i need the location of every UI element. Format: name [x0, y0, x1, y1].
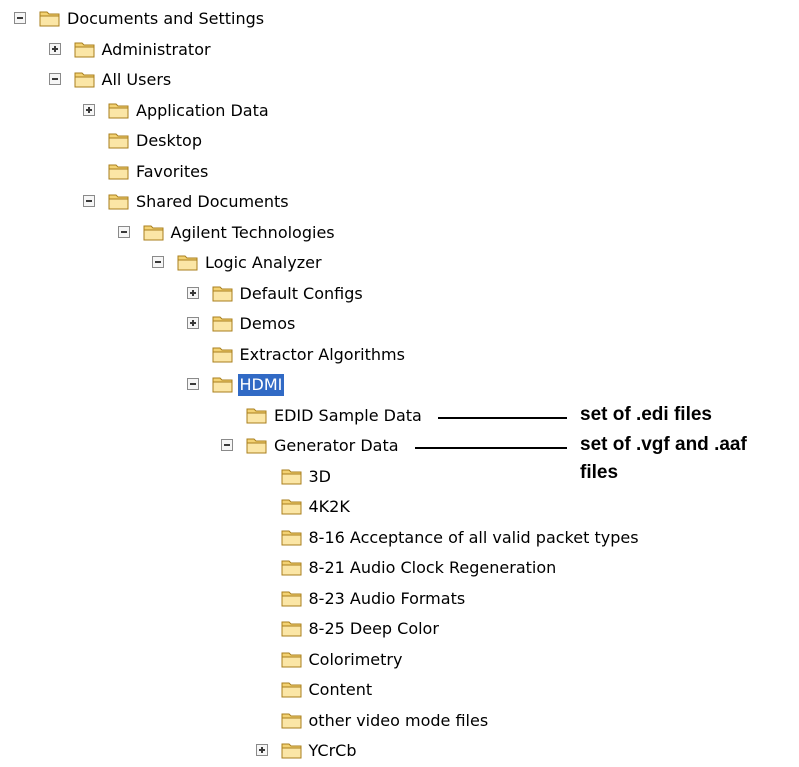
- collapse-icon[interactable]: [186, 378, 199, 390]
- tree-item-label[interactable]: Desktop: [134, 130, 204, 152]
- folder-icon: [108, 162, 130, 181]
- tree-item-default-configs[interactable]: Default Configs: [0, 280, 799, 310]
- expand-icon[interactable]: [186, 286, 199, 299]
- tree-item-label[interactable]: Colorimetry: [307, 649, 405, 671]
- tree-item-label[interactable]: YCrCb: [307, 740, 359, 762]
- tree-item-label[interactable]: All Users: [100, 69, 174, 91]
- tree-item-administrator[interactable]: Administrator: [0, 36, 799, 66]
- tree-item-label[interactable]: Demos: [238, 313, 298, 335]
- tree-item-hdmi[interactable]: HDMI: [0, 371, 799, 401]
- tree-item-all-users[interactable]: All Users: [0, 66, 799, 96]
- tree-item-label[interactable]: 3D: [307, 466, 334, 488]
- folder-icon: [246, 406, 268, 425]
- tree-item-colorimetry[interactable]: Colorimetry: [0, 646, 799, 676]
- tree-item-application-data[interactable]: Application Data: [0, 97, 799, 127]
- tree-item-label[interactable]: Default Configs: [238, 283, 365, 305]
- tree-item-label[interactable]: HDMI: [237, 374, 285, 396]
- tree-item-label[interactable]: Documents and Settings: [65, 8, 266, 30]
- folder-icon: [281, 589, 303, 608]
- tree-item-4k2k[interactable]: 4K2K: [0, 493, 799, 523]
- folder-icon: [212, 284, 234, 303]
- tree-item-demos[interactable]: Demos: [0, 310, 799, 340]
- folder-icon: [212, 345, 234, 364]
- collapse-icon[interactable]: [152, 256, 164, 268]
- tree-item-other-video-mode-files[interactable]: other video mode files: [0, 707, 799, 737]
- folder-icon: [281, 497, 303, 516]
- tree-item-content[interactable]: Content: [0, 676, 799, 706]
- tree-item-label[interactable]: 8-16 Acceptance of all valid packet type…: [307, 527, 641, 549]
- annotation-note: set of .vgf and .aaf files: [580, 434, 747, 483]
- tree-item-favorites[interactable]: Favorites: [0, 158, 799, 188]
- tree-item-label[interactable]: Extractor Algorithms: [238, 344, 407, 366]
- folder-icon: [74, 40, 96, 59]
- folder-icon: [281, 650, 303, 669]
- tree-item-label[interactable]: 8-25 Deep Color: [307, 618, 441, 640]
- folder-icon: [143, 223, 165, 242]
- collapse-icon[interactable]: [48, 73, 61, 85]
- tree-item-label[interactable]: Administrator: [100, 39, 213, 61]
- tree-item-8-23-audio-formats[interactable]: 8-23 Audio Formats: [0, 585, 799, 615]
- expand-icon[interactable]: [48, 42, 61, 55]
- tree-item-8-21-audio-clock-regeneration[interactable]: 8-21 Audio Clock Regeneration: [0, 554, 799, 584]
- expand-icon[interactable]: [255, 744, 268, 756]
- expand-icon[interactable]: [83, 103, 95, 116]
- expand-icon[interactable]: [186, 317, 199, 329]
- folder-icon: [281, 741, 303, 760]
- collapse-icon[interactable]: [117, 225, 130, 238]
- tree-item-label[interactable]: 8-21 Audio Clock Regeneration: [307, 557, 559, 579]
- folder-icon: [39, 9, 61, 28]
- annotation-note: set of .edi files: [580, 403, 712, 425]
- tree-item-8-16-acceptance-of-all-valid-packet-types[interactable]: 8-16 Acceptance of all valid packet type…: [0, 524, 799, 554]
- tree-item-label[interactable]: Favorites: [134, 161, 210, 183]
- folder-tree: Documents and Settings Administrator All U…: [0, 0, 799, 761]
- tree-item-label[interactable]: Generator Data: [272, 435, 401, 457]
- collapse-icon[interactable]: [83, 195, 95, 207]
- annotation-leader-line: [415, 447, 567, 449]
- tree-item-label[interactable]: other video mode files: [307, 710, 491, 732]
- folder-icon: [108, 101, 130, 120]
- collapse-icon[interactable]: [221, 439, 233, 451]
- folder-icon: [108, 192, 130, 211]
- folder-icon: [281, 467, 303, 486]
- folder-icon: [281, 680, 303, 699]
- folder-icon: [281, 558, 303, 577]
- folder-icon: [281, 619, 303, 638]
- tree-item-extractor-algorithms[interactable]: Extractor Algorithms: [0, 341, 799, 371]
- tree-item-agilent-technologies[interactable]: Agilent Technologies: [0, 219, 799, 249]
- tree-item-documents-and-settings[interactable]: Documents and Settings: [0, 5, 799, 35]
- tree-item-label[interactable]: Content: [307, 679, 375, 701]
- collapse-icon[interactable]: [14, 12, 26, 24]
- tree-item-label[interactable]: Agilent Technologies: [169, 222, 337, 244]
- folder-icon: [212, 375, 234, 394]
- tree-item-label[interactable]: Logic Analyzer: [203, 252, 324, 274]
- tree-item-logic-analyzer[interactable]: Logic Analyzer: [0, 249, 799, 279]
- tree-item-label[interactable]: Application Data: [134, 100, 271, 122]
- folder-icon: [281, 711, 303, 730]
- tree-item-ycrcb[interactable]: YCrCb: [0, 737, 799, 767]
- tree-item-shared-documents[interactable]: Shared Documents: [0, 188, 799, 218]
- annotation-leader-line: [438, 416, 567, 419]
- tree-item-label[interactable]: EDID Sample Data: [272, 405, 424, 427]
- folder-icon: [281, 528, 303, 547]
- tree-item-label[interactable]: 8-23 Audio Formats: [307, 588, 468, 610]
- tree-item-desktop[interactable]: Desktop: [0, 127, 799, 157]
- folder-icon: [212, 314, 234, 333]
- tree-item-label[interactable]: 4K2K: [307, 496, 352, 518]
- tree-item-label[interactable]: Shared Documents: [134, 191, 291, 213]
- folder-icon: [108, 131, 130, 150]
- folder-icon: [177, 253, 199, 272]
- folder-icon: [74, 70, 96, 89]
- folder-icon: [246, 436, 268, 455]
- tree-item-8-25-deep-color[interactable]: 8-25 Deep Color: [0, 615, 799, 645]
